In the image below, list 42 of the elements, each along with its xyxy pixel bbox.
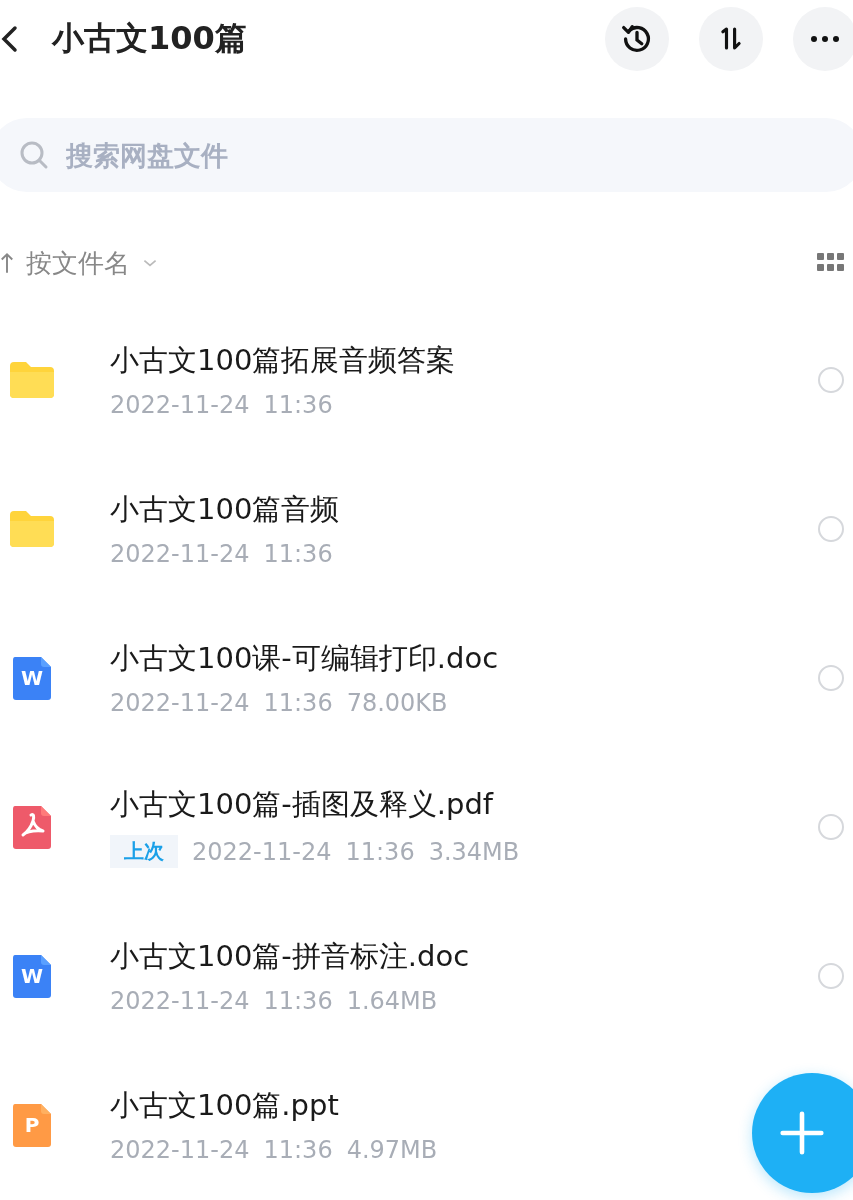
file-name: 小古文100篇-插图及释义.pdf <box>110 786 495 823</box>
more-button[interactable] <box>793 7 853 71</box>
file-time: 11:36 <box>263 986 333 1015</box>
page-title: 小古文100篇 <box>52 18 248 59</box>
select-radio[interactable] <box>818 515 844 542</box>
search-icon <box>18 139 50 171</box>
folder-icon <box>8 359 56 400</box>
file-size: 4.97MB <box>346 1135 438 1164</box>
plus-icon <box>779 1110 825 1156</box>
file-date: 2022-11-24 <box>110 1135 250 1164</box>
file-size: 1.64MB <box>346 986 438 1015</box>
file-size: 3.34MB <box>428 837 520 866</box>
select-radio[interactable] <box>818 366 844 393</box>
arrow-up-icon <box>0 251 14 275</box>
file-name: 小古文100篇音频 <box>110 490 341 528</box>
add-button[interactable] <box>752 1073 853 1193</box>
select-radio[interactable] <box>818 962 844 989</box>
file-name: 小古文100篇.ppt <box>110 1086 340 1124</box>
more-icon <box>810 35 840 43</box>
select-radio[interactable] <box>818 813 844 840</box>
folder-icon <box>8 508 56 549</box>
file-name: 小古文100课-可编辑打印.doc <box>110 639 500 677</box>
file-date: 2022-11-24 <box>110 986 250 1015</box>
file-date: 2022-11-24 <box>110 688 250 717</box>
sort-dropdown[interactable]: 按文件名 <box>0 245 158 281</box>
file-time: 11:36 <box>263 688 333 717</box>
file-name: 小古文100篇-拼音标注.doc <box>110 937 471 975</box>
file-size: 78.00KB <box>346 688 448 717</box>
file-time: 11:36 <box>263 539 333 568</box>
search-field[interactable]: 搜索网盘文件 <box>0 118 853 192</box>
file-name: 小古文100篇拓展音频答案 <box>110 341 457 379</box>
recent-tag: 上次 <box>110 835 178 868</box>
grid-view-icon[interactable] <box>817 253 845 273</box>
file-date: 2022-11-24 <box>110 539 250 568</box>
file-time: 11:36 <box>263 1135 333 1164</box>
file-time: 11:36 <box>345 837 415 866</box>
select-radio[interactable] <box>818 664 844 691</box>
chevron-down-icon <box>142 258 158 268</box>
file-time: 11:36 <box>263 390 333 419</box>
file-date: 2022-11-24 <box>110 390 250 419</box>
back-icon[interactable] <box>0 25 18 53</box>
file-date: 2022-11-24 <box>192 837 332 866</box>
